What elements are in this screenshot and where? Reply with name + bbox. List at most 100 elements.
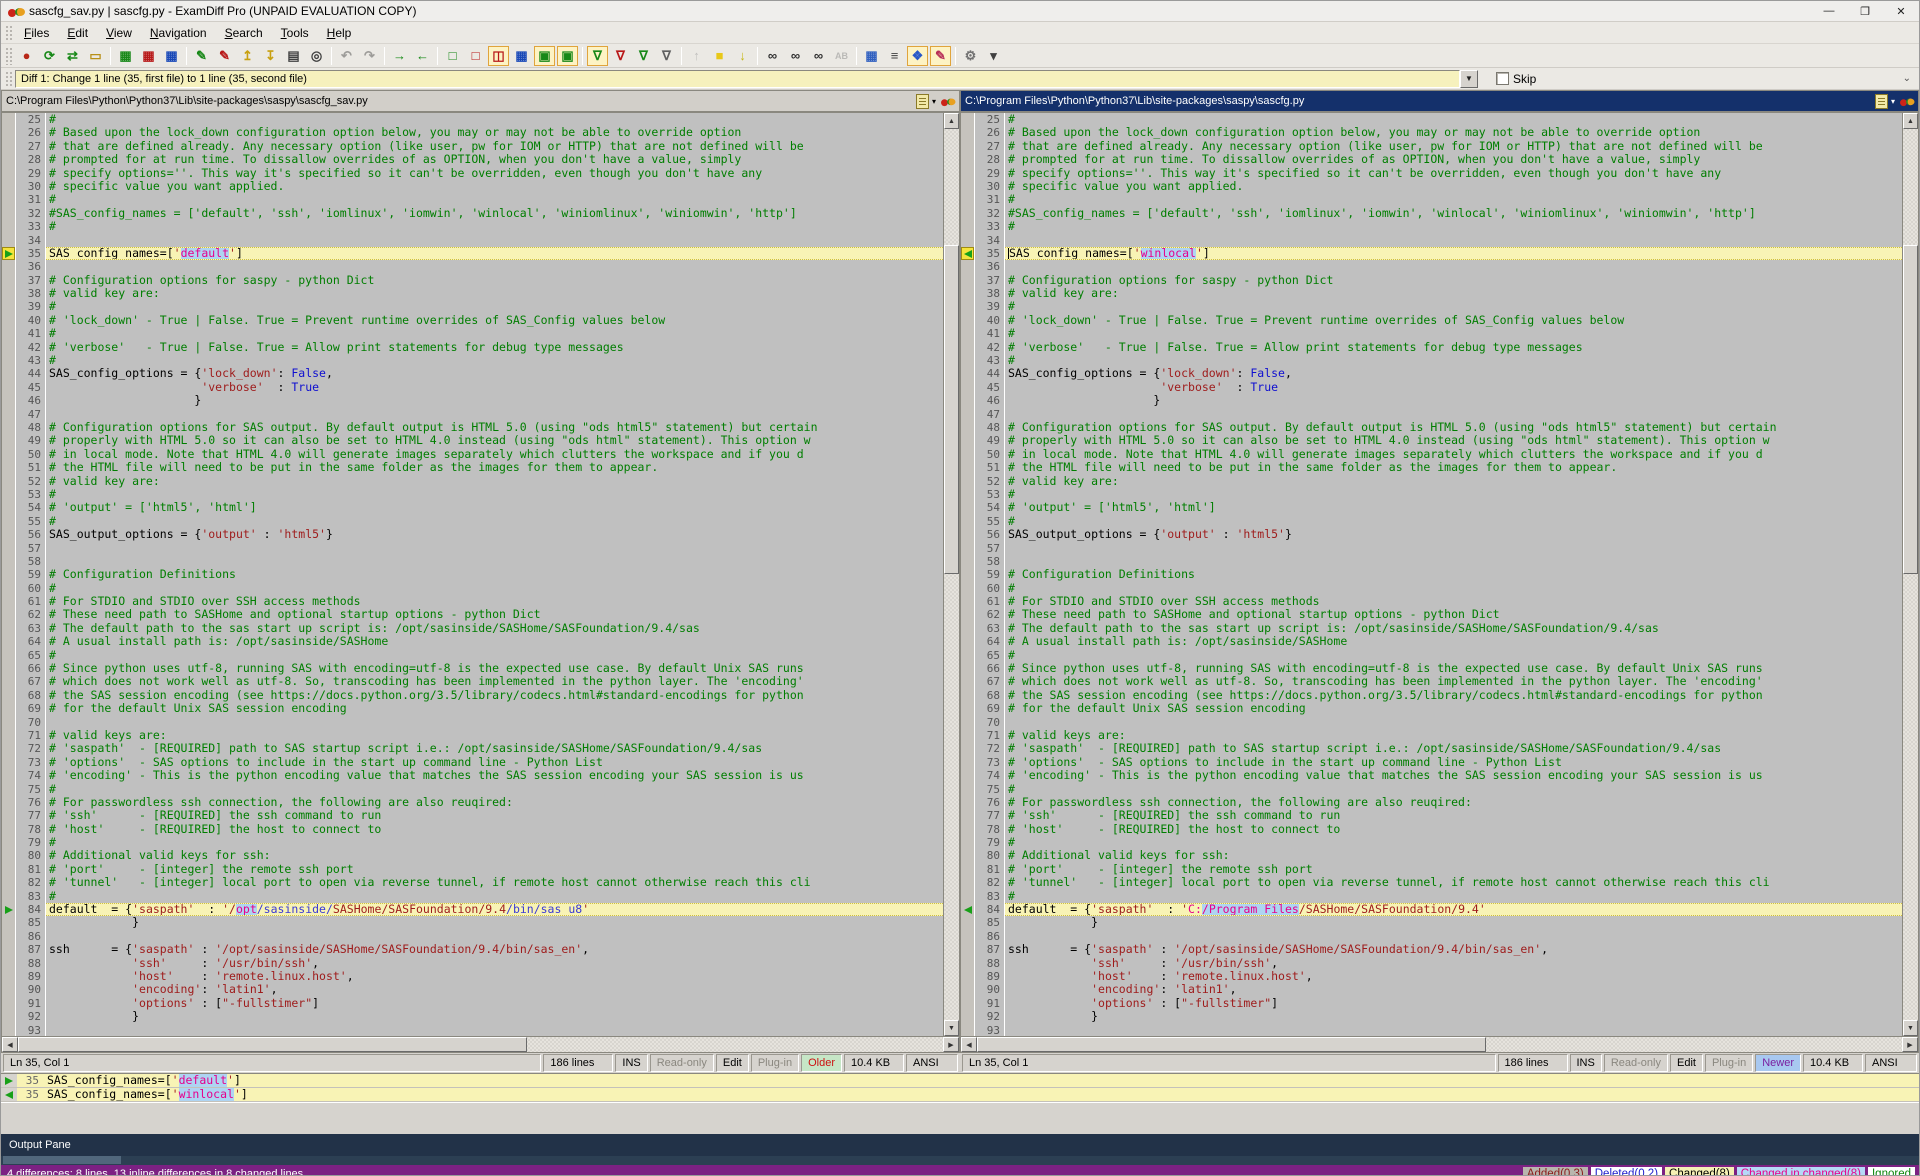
code-line[interactable]: 69# for the default Unix SAS session enc… <box>2 702 943 715</box>
code-line[interactable]: 59# Configuration Definitions <box>2 568 943 581</box>
code-text[interactable]: # <box>46 836 943 849</box>
code-line[interactable]: 62# These need path to SASHome and optio… <box>2 608 943 621</box>
next-diff-icon[interactable]: → <box>389 46 410 66</box>
code-line[interactable]: 27# that are defined already. Any necess… <box>961 140 1902 153</box>
code-line[interactable]: 90 'encoding': 'latin1', <box>2 983 943 996</box>
scroll-thumb[interactable] <box>977 1037 1486 1052</box>
code-line[interactable]: 38# valid key are: <box>961 287 1902 300</box>
code-line[interactable]: 28# prompted for at run time. To dissall… <box>961 153 1902 166</box>
code-line[interactable]: 86 <box>2 930 943 943</box>
code-line[interactable]: 83# <box>2 890 943 903</box>
first-file-dropdown-icon[interactable]: ▾ <box>932 97 936 106</box>
code-line[interactable]: 33# <box>961 220 1902 233</box>
code-text[interactable]: # Additional valid keys for ssh: <box>1005 849 1902 862</box>
code-line[interactable]: 40# 'lock_down' - True | False. True = P… <box>961 314 1902 327</box>
find-in-second-icon[interactable]: ∞ <box>808 46 829 66</box>
code-line[interactable]: 89 'host' : 'remote.linux.host', <box>2 970 943 983</box>
code-text[interactable]: # <box>1005 890 1902 903</box>
code-text[interactable]: # 'options' - SAS options to include in … <box>46 756 943 769</box>
code-text[interactable]: # <box>1005 300 1902 313</box>
code-line[interactable]: 40# 'lock_down' - True | False. True = P… <box>2 314 943 327</box>
code-line[interactable]: 35SAS_config_names=['default'] <box>2 247 943 260</box>
code-text[interactable]: # 'verbose' - True | False. True = Allow… <box>46 341 943 354</box>
code-text[interactable] <box>46 260 943 273</box>
code-text[interactable]: 'encoding': 'latin1', <box>46 983 943 996</box>
code-text[interactable]: # 'tunnel' - [integer] local port to ope… <box>46 876 943 889</box>
code-line[interactable]: 33# <box>2 220 943 233</box>
edit-second-icon[interactable]: ✎ <box>214 46 235 66</box>
inspector-line[interactable]: 35SAS_config_names=['default'] <box>1 1074 1919 1088</box>
second-file-code-area[interactable]: 25#26# Based upon the lock_down configur… <box>961 113 1902 1036</box>
menu-item-search[interactable]: Search <box>216 24 272 42</box>
code-line[interactable]: 81# 'port' - [integer] the remote ssh po… <box>961 863 1902 876</box>
code-line[interactable]: 93 <box>961 1024 1902 1036</box>
code-text[interactable]: # for the default Unix SAS session encod… <box>46 702 943 715</box>
code-line[interactable]: 45 'verbose' : True <box>961 381 1902 394</box>
code-text[interactable]: # <box>46 582 943 595</box>
pane-splitter[interactable] <box>1 1102 1919 1134</box>
code-text[interactable]: # specific value you want applied. <box>1005 180 1902 193</box>
code-line[interactable]: 65# <box>2 649 943 662</box>
menu-item-tools[interactable]: Tools <box>272 24 318 42</box>
code-line[interactable]: 34 <box>961 234 1902 247</box>
code-text[interactable]: # 'ssh' - [REQUIRED] the ssh command to … <box>46 809 943 822</box>
save-second-icon[interactable]: ▦ <box>138 46 159 66</box>
copy-left-arrow-icon[interactable] <box>964 250 972 258</box>
code-line[interactable]: 79# <box>961 836 1902 849</box>
code-text[interactable]: # <box>1005 113 1902 126</box>
current-diff-combo[interactable]: Diff 1: Change 1 line (35, first file) t… <box>15 70 1460 88</box>
code-text[interactable]: # <box>1005 488 1902 501</box>
code-line[interactable]: 74# 'encoding' - This is the python enco… <box>2 769 943 782</box>
code-text[interactable]: # 'lock_down' - True | False. True = Pre… <box>46 314 943 327</box>
current-diff-icon[interactable]: ■ <box>709 46 730 66</box>
code-text[interactable]: # Configuration Definitions <box>46 568 943 581</box>
code-text[interactable]: 'ssh' : '/usr/bin/ssh', <box>46 957 943 970</box>
prev-diff-icon[interactable]: ← <box>412 46 433 66</box>
second-file-horizontal-scrollbar[interactable]: ◀ ▶ <box>961 1036 1918 1052</box>
code-text[interactable]: # which does not work well as utf-8. So,… <box>1005 675 1902 688</box>
code-text[interactable] <box>46 1024 943 1036</box>
code-text[interactable]: # 'output' = ['html5', 'html'] <box>46 501 943 514</box>
code-line[interactable]: 86 <box>961 930 1902 943</box>
code-text[interactable]: # 'lock_down' - True | False. True = Pre… <box>1005 314 1902 327</box>
code-text[interactable]: # <box>46 300 943 313</box>
code-line[interactable]: 32#SAS_config_names = ['default', 'ssh',… <box>961 207 1902 220</box>
code-line[interactable]: 31# <box>961 193 1902 206</box>
code-text[interactable]: # for the default Unix SAS session encod… <box>1005 702 1902 715</box>
toolbar-grip[interactable] <box>4 46 12 64</box>
code-line[interactable]: 71# valid keys are: <box>2 729 943 742</box>
first-file-header[interactable]: C:\Program Files\Python\Python37\Lib\sit… <box>1 90 960 112</box>
code-line[interactable]: 28# prompted for at run time. To dissall… <box>2 153 943 166</box>
code-line[interactable]: 26# Based upon the lock_down configurati… <box>2 126 943 139</box>
first-file-code-area[interactable]: 25#26# Based upon the lock_down configur… <box>2 113 943 1036</box>
output-pane-tab[interactable] <box>3 1156 121 1164</box>
code-line[interactable]: 72# 'saspath' - [REQUIRED] path to SAS s… <box>961 742 1902 755</box>
save-both-icon[interactable]: ▦ <box>161 46 182 66</box>
code-line[interactable]: 56SAS_output_options = {'output' : 'html… <box>2 528 943 541</box>
code-line[interactable]: 29# specify options=''. This way it's sp… <box>961 167 1902 180</box>
code-line[interactable]: 88 'ssh' : '/usr/bin/ssh', <box>961 957 1902 970</box>
code-line[interactable]: 92 } <box>961 1010 1902 1023</box>
scroll-track[interactable] <box>944 129 959 1020</box>
code-line[interactable]: 92 } <box>2 1010 943 1023</box>
code-text[interactable]: 'host' : 'remote.linux.host', <box>1005 970 1902 983</box>
second-file-vertical-scrollbar[interactable]: ▲ ▼ <box>1902 113 1918 1036</box>
code-line[interactable]: 63# The default path to the sas start up… <box>2 622 943 635</box>
scroll-left-icon[interactable]: ◀ <box>961 1037 977 1052</box>
code-line[interactable]: 55# <box>2 515 943 528</box>
code-text[interactable]: } <box>46 394 943 407</box>
toolbar-more-icon[interactable]: ▾ <box>983 46 1004 66</box>
code-text[interactable] <box>1005 930 1902 943</box>
code-text[interactable]: ssh = {'saspath' : '/opt/sasinside/SASHo… <box>46 943 943 956</box>
code-line[interactable]: 76# For passwordless ssh connection, the… <box>2 796 943 809</box>
code-line[interactable]: 64# A usual install path is: /opt/sasins… <box>2 635 943 648</box>
show-identical-icon[interactable]: □ <box>442 46 463 66</box>
code-text[interactable]: # A usual install path is: /opt/sasinsid… <box>46 635 943 648</box>
code-line[interactable]: 75# <box>2 783 943 796</box>
code-line[interactable]: 65# <box>961 649 1902 662</box>
code-text[interactable]: # These need path to SASHome and optiona… <box>46 608 943 621</box>
code-line[interactable]: 88 'ssh' : '/usr/bin/ssh', <box>2 957 943 970</box>
code-text[interactable]: # 'encoding' - This is the python encodi… <box>46 769 943 782</box>
code-line[interactable]: 68# the SAS session encoding (see https:… <box>961 689 1902 702</box>
copy-right-arrow-icon[interactable] <box>5 906 13 914</box>
